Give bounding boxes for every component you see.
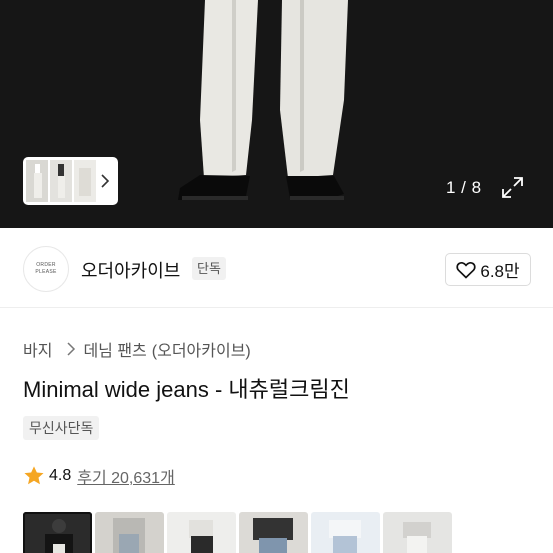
thumbnail-strip[interactable] [23,157,118,205]
chevron-right-icon [67,342,76,356]
breadcrumb: 바지 데님 팬츠 (오더아카이브) [23,337,256,361]
expand-icon[interactable] [501,176,524,199]
brand-row: ORDER PLEASE 오더아카이브 단독 6.8만 [0,228,553,308]
review-count-link[interactable]: 후기 20,631개 [77,464,175,488]
like-count: 6.8만 [480,262,520,281]
review-photo[interactable] [95,512,164,553]
brand-logo[interactable]: ORDER PLEASE [23,246,69,292]
brand-name-link[interactable]: 오더아카이브 [81,257,180,283]
exclusive-badge: 무신사단독 [23,416,100,440]
brand-exclusive-badge: 단독 [192,257,226,280]
brand-logo-text-top: ORDER [36,262,56,268]
image-counter: 1 / 8 [446,178,482,197]
rating-row: 4.8 후기 20,631개 [23,464,175,488]
review-photo[interactable] [239,512,308,553]
chevron-right-icon[interactable] [96,160,114,202]
thumbnail-preview[interactable] [26,160,96,202]
breadcrumb-item-denim[interactable]: 데님 팬츠 [83,337,146,361]
like-button[interactable]: 6.8만 [445,253,531,286]
rating-value: 4.8 [49,467,72,484]
brand-logo-text-bottom: PLEASE [35,269,57,275]
breadcrumb-item-brand[interactable]: (오더아카이브) [152,337,251,361]
star-icon [24,466,44,485]
review-photo[interactable] [311,512,380,553]
product-title: Minimal wide jeans - 내츄럴크림진 [23,377,350,402]
review-photo-list [23,512,452,553]
review-photo[interactable] [167,512,236,553]
review-photo[interactable] [383,512,452,553]
heart-icon [456,261,476,279]
breadcrumb-item-pants[interactable]: 바지 [23,337,52,361]
product-image-gallery[interactable]: 1 / 8 [0,0,553,228]
review-photo[interactable] [23,512,92,553]
